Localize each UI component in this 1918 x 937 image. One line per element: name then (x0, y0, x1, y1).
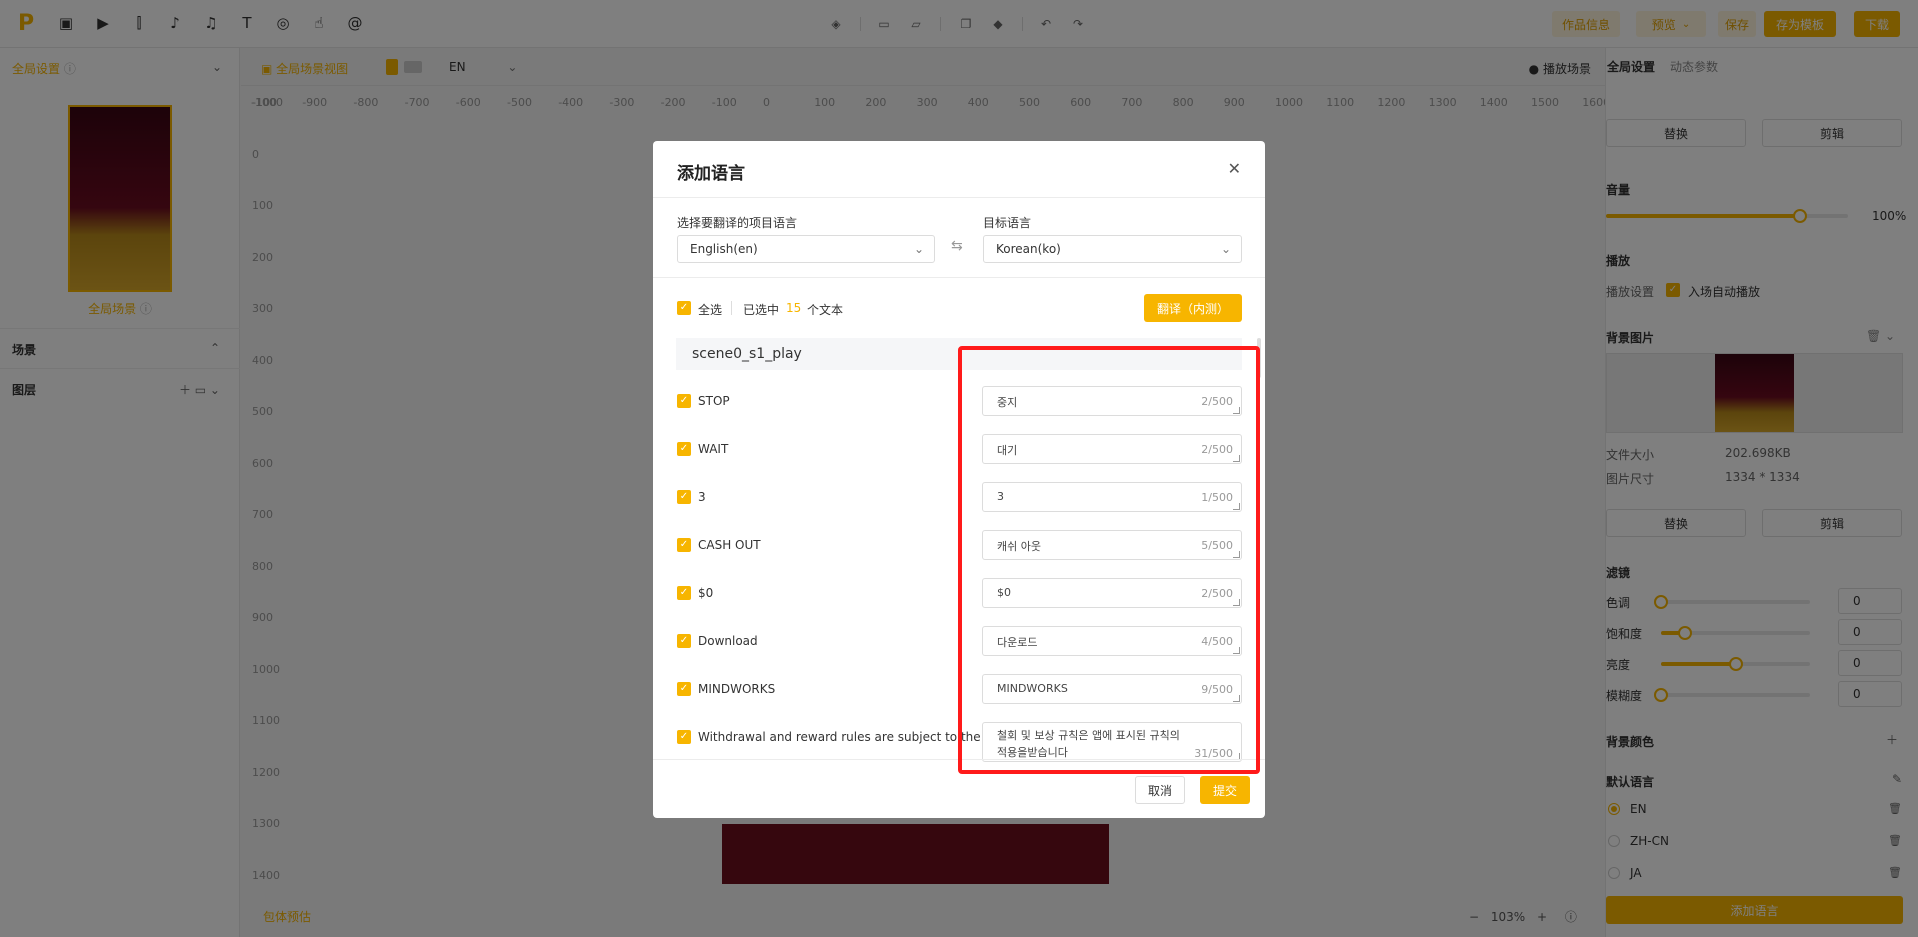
source-language-label: 选择要翻译的项目语言 (677, 216, 798, 230)
dialog-title: 添加语言 (677, 164, 745, 184)
item-checkbox[interactable]: ✓ (677, 490, 691, 504)
submit-button[interactable]: 提交 (1200, 776, 1250, 804)
target-language-select[interactable]: Korean(ko) ⌄ (983, 235, 1242, 263)
source-language-select[interactable]: English(en) ⌄ (677, 235, 935, 263)
item-checkbox[interactable]: ✓ (677, 394, 691, 408)
selected-suffix: 个文本 (807, 303, 844, 317)
source-text: MINDWORKS (698, 682, 776, 696)
source-text: STOP (698, 394, 730, 408)
divider (653, 277, 1265, 278)
cancel-button[interactable]: 取消 (1135, 776, 1185, 804)
swap-icon[interactable]: ⇆ (951, 238, 963, 254)
divider (653, 197, 1265, 198)
item-checkbox[interactable]: ✓ (677, 442, 691, 456)
item-checkbox[interactable]: ✓ (677, 730, 691, 744)
item-checkbox[interactable]: ✓ (677, 682, 691, 696)
target-language-label: 目标语言 (983, 216, 1032, 230)
chevron-down-icon: ⌄ (913, 242, 924, 256)
source-text: Withdrawal and reward rules are subject … (698, 730, 981, 744)
source-text: $0 (698, 586, 714, 600)
selected-count: 15 (786, 301, 802, 315)
select-all-checkbox[interactable]: ✓ (677, 301, 691, 315)
chevron-down-icon: ⌄ (1220, 242, 1231, 256)
select-all-label: 全选 (698, 303, 723, 317)
highlight-box (958, 346, 1260, 774)
item-checkbox[interactable]: ✓ (677, 586, 691, 600)
source-text: Download (698, 634, 758, 648)
source-text: WAIT (698, 442, 729, 456)
translate-button[interactable]: 翻译（内测） (1144, 294, 1242, 322)
source-text: 3 (698, 490, 706, 504)
item-checkbox[interactable]: ✓ (677, 634, 691, 648)
source-text: CASH OUT (698, 538, 761, 552)
divider (731, 301, 732, 315)
source-language-value: English(en) (690, 242, 758, 256)
target-language-value: Korean(ko) (996, 242, 1061, 256)
selected-prefix: 已选中 (743, 303, 780, 317)
close-icon[interactable]: ✕ (1228, 159, 1241, 178)
item-checkbox[interactable]: ✓ (677, 538, 691, 552)
